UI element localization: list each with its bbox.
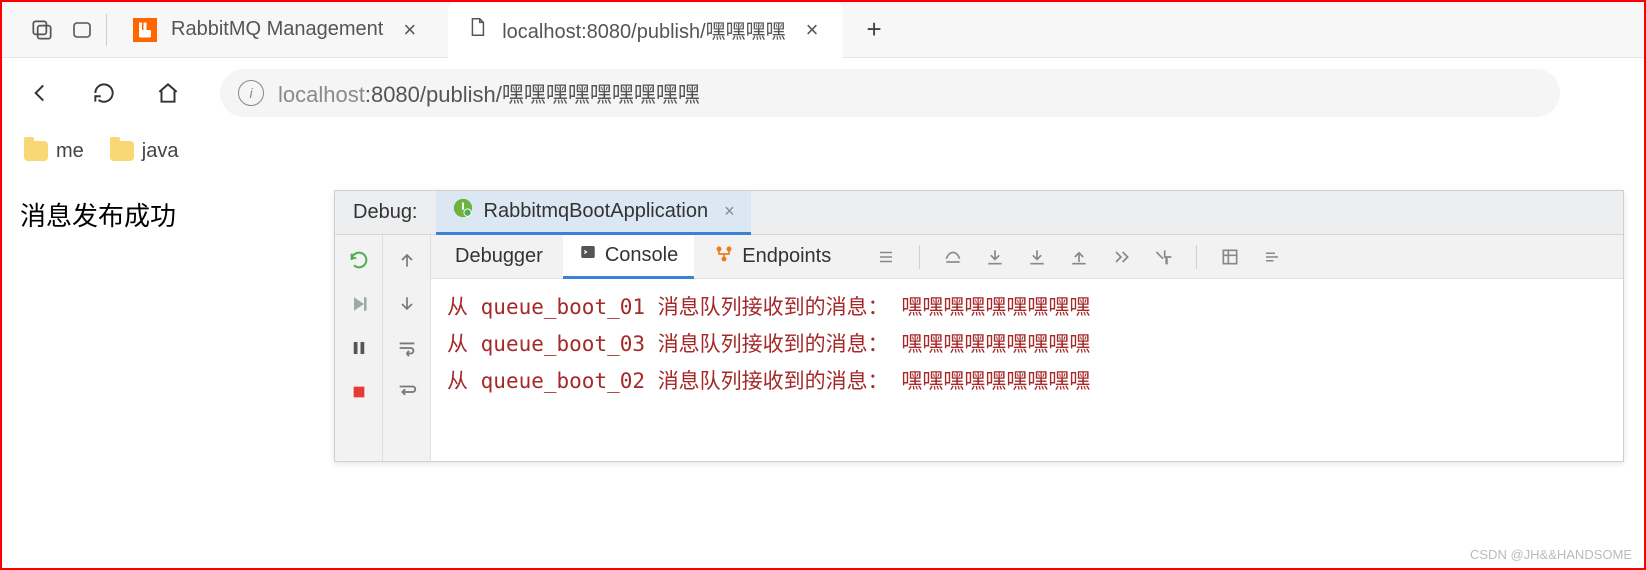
tab-label: Debugger — [455, 245, 543, 268]
scroll-to-end-button[interactable] — [392, 377, 422, 407]
step-out-icon[interactable] — [1064, 242, 1094, 272]
line-prefix: 从 — [447, 369, 468, 393]
queue-name: queue_boot_03 — [481, 332, 645, 356]
queue-name: queue_boot_02 — [481, 369, 645, 393]
drop-frame-icon[interactable] — [1106, 242, 1136, 272]
line-label: 消息队列接收到的消息： — [658, 369, 889, 393]
step-into-icon[interactable] — [980, 242, 1010, 272]
scroll-up-button[interactable] — [392, 245, 422, 275]
line-message: 嘿嘿嘿嘿嘿嘿嘿嘿嘿 — [901, 369, 1090, 393]
reload-button[interactable] — [84, 73, 124, 113]
window-icon[interactable] — [66, 14, 98, 46]
bookmark-folder-me[interactable]: me — [24, 140, 84, 163]
site-info-icon[interactable]: i — [238, 80, 264, 106]
bookmark-label: me — [56, 140, 84, 163]
home-button[interactable] — [148, 73, 188, 113]
tab-endpoints[interactable]: Endpoints — [698, 235, 847, 279]
back-button[interactable] — [20, 73, 60, 113]
svg-text:I: I — [1166, 256, 1168, 265]
close-icon[interactable]: × — [800, 15, 825, 45]
endpoints-icon — [714, 244, 734, 270]
tab-separator — [106, 14, 107, 46]
console-icon — [579, 243, 597, 267]
address-bar[interactable]: i localhost:8080/publish/嘿嘿嘿嘿嘿嘿嘿嘿嘿 — [220, 69, 1560, 117]
page-icon — [466, 16, 488, 44]
ide-main: Debugger Console Endpoints — [431, 235, 1623, 461]
tab-label: Console — [605, 244, 678, 267]
soft-wrap-button[interactable] — [392, 333, 422, 363]
workspaces-icon[interactable] — [26, 14, 58, 46]
rerun-button[interactable] — [344, 245, 374, 275]
ide-step-toolbar: I — [851, 242, 1287, 272]
browser-tab-localhost[interactable]: localhost:8080/publish/嘿嘿嘿嘿 × — [448, 2, 842, 58]
ide-left-toolbar — [335, 235, 383, 461]
line-label: 消息队列接收到的消息： — [658, 295, 889, 319]
tab-console[interactable]: Console — [563, 235, 694, 279]
resume-button[interactable] — [344, 289, 374, 319]
stop-button[interactable] — [344, 377, 374, 407]
folder-icon — [24, 141, 48, 161]
bookmark-folder-java[interactable]: java — [110, 140, 179, 163]
tab-title: localhost:8080/publish/嘿嘿嘿嘿 — [502, 15, 785, 44]
ide-console-toolbar — [383, 235, 431, 461]
line-label: 消息队列接收到的消息： — [658, 332, 889, 356]
line-message: 嘿嘿嘿嘿嘿嘿嘿嘿嘿 — [901, 295, 1090, 319]
separator — [1196, 245, 1197, 269]
tab-title: RabbitMQ Management — [171, 18, 383, 41]
pause-button[interactable] — [344, 333, 374, 363]
tab-strip: RabbitMQ Management × localhost:8080/pub… — [2, 2, 1644, 58]
run-config-name: RabbitmqBootApplication — [484, 200, 709, 223]
step-over-icon[interactable] — [938, 242, 968, 272]
new-tab-button[interactable]: + — [851, 14, 898, 45]
line-prefix: 从 — [447, 295, 468, 319]
debug-label: Debug: — [335, 201, 436, 224]
ide-tabs: Debugger Console Endpoints — [431, 235, 1623, 279]
run-to-cursor-icon[interactable]: I — [1148, 242, 1178, 272]
scroll-down-button[interactable] — [392, 289, 422, 319]
ide-body: Debugger Console Endpoints — [335, 235, 1623, 461]
queue-name: queue_boot_01 — [481, 295, 645, 319]
trace-icon[interactable] — [1257, 242, 1287, 272]
watermark: CSDN @JH&&HANDSOME — [1470, 547, 1632, 562]
browser-tab-rabbitmq[interactable]: RabbitMQ Management × — [115, 2, 440, 58]
url-host: localhost — [278, 82, 365, 107]
rabbitmq-icon — [133, 18, 157, 42]
close-icon[interactable]: × — [397, 15, 422, 45]
address-text: localhost:8080/publish/嘿嘿嘿嘿嘿嘿嘿嘿嘿 — [278, 77, 700, 109]
force-step-into-icon[interactable] — [1022, 242, 1052, 272]
show-execution-point-icon[interactable] — [871, 242, 901, 272]
console-line: 从 queue_boot_02 消息队列接收到的消息： 嘿嘿嘿嘿嘿嘿嘿嘿嘿 — [447, 363, 1607, 400]
console-line: 从 queue_boot_01 消息队列接收到的消息： 嘿嘿嘿嘿嘿嘿嘿嘿嘿 — [447, 289, 1607, 326]
ide-header: Debug: RabbitmqBootApplication × — [335, 191, 1623, 235]
ide-debug-panel: Debug: RabbitmqBootApplication × — [334, 190, 1624, 462]
line-message: 嘿嘿嘿嘿嘿嘿嘿嘿嘿 — [901, 332, 1090, 356]
url-path: :8080/publish/嘿嘿嘿嘿嘿嘿嘿嘿嘿 — [365, 82, 700, 107]
close-icon[interactable]: × — [718, 201, 735, 222]
console-output[interactable]: 从 queue_boot_01 消息队列接收到的消息： 嘿嘿嘿嘿嘿嘿嘿嘿嘿 从 … — [431, 279, 1623, 461]
folder-icon — [110, 141, 134, 161]
console-line: 从 queue_boot_03 消息队列接收到的消息： 嘿嘿嘿嘿嘿嘿嘿嘿嘿 — [447, 326, 1607, 363]
tab-label: Endpoints — [742, 245, 831, 268]
bookmark-label: java — [142, 140, 179, 163]
tab-debugger[interactable]: Debugger — [439, 235, 559, 279]
bookmarks-bar: me java — [2, 128, 1644, 174]
separator — [919, 245, 920, 269]
line-prefix: 从 — [447, 332, 468, 356]
evaluate-icon[interactable] — [1215, 242, 1245, 272]
run-config-tab[interactable]: RabbitmqBootApplication × — [436, 191, 751, 235]
nav-bar: i localhost:8080/publish/嘿嘿嘿嘿嘿嘿嘿嘿嘿 — [2, 58, 1644, 128]
spring-boot-icon — [452, 197, 474, 225]
